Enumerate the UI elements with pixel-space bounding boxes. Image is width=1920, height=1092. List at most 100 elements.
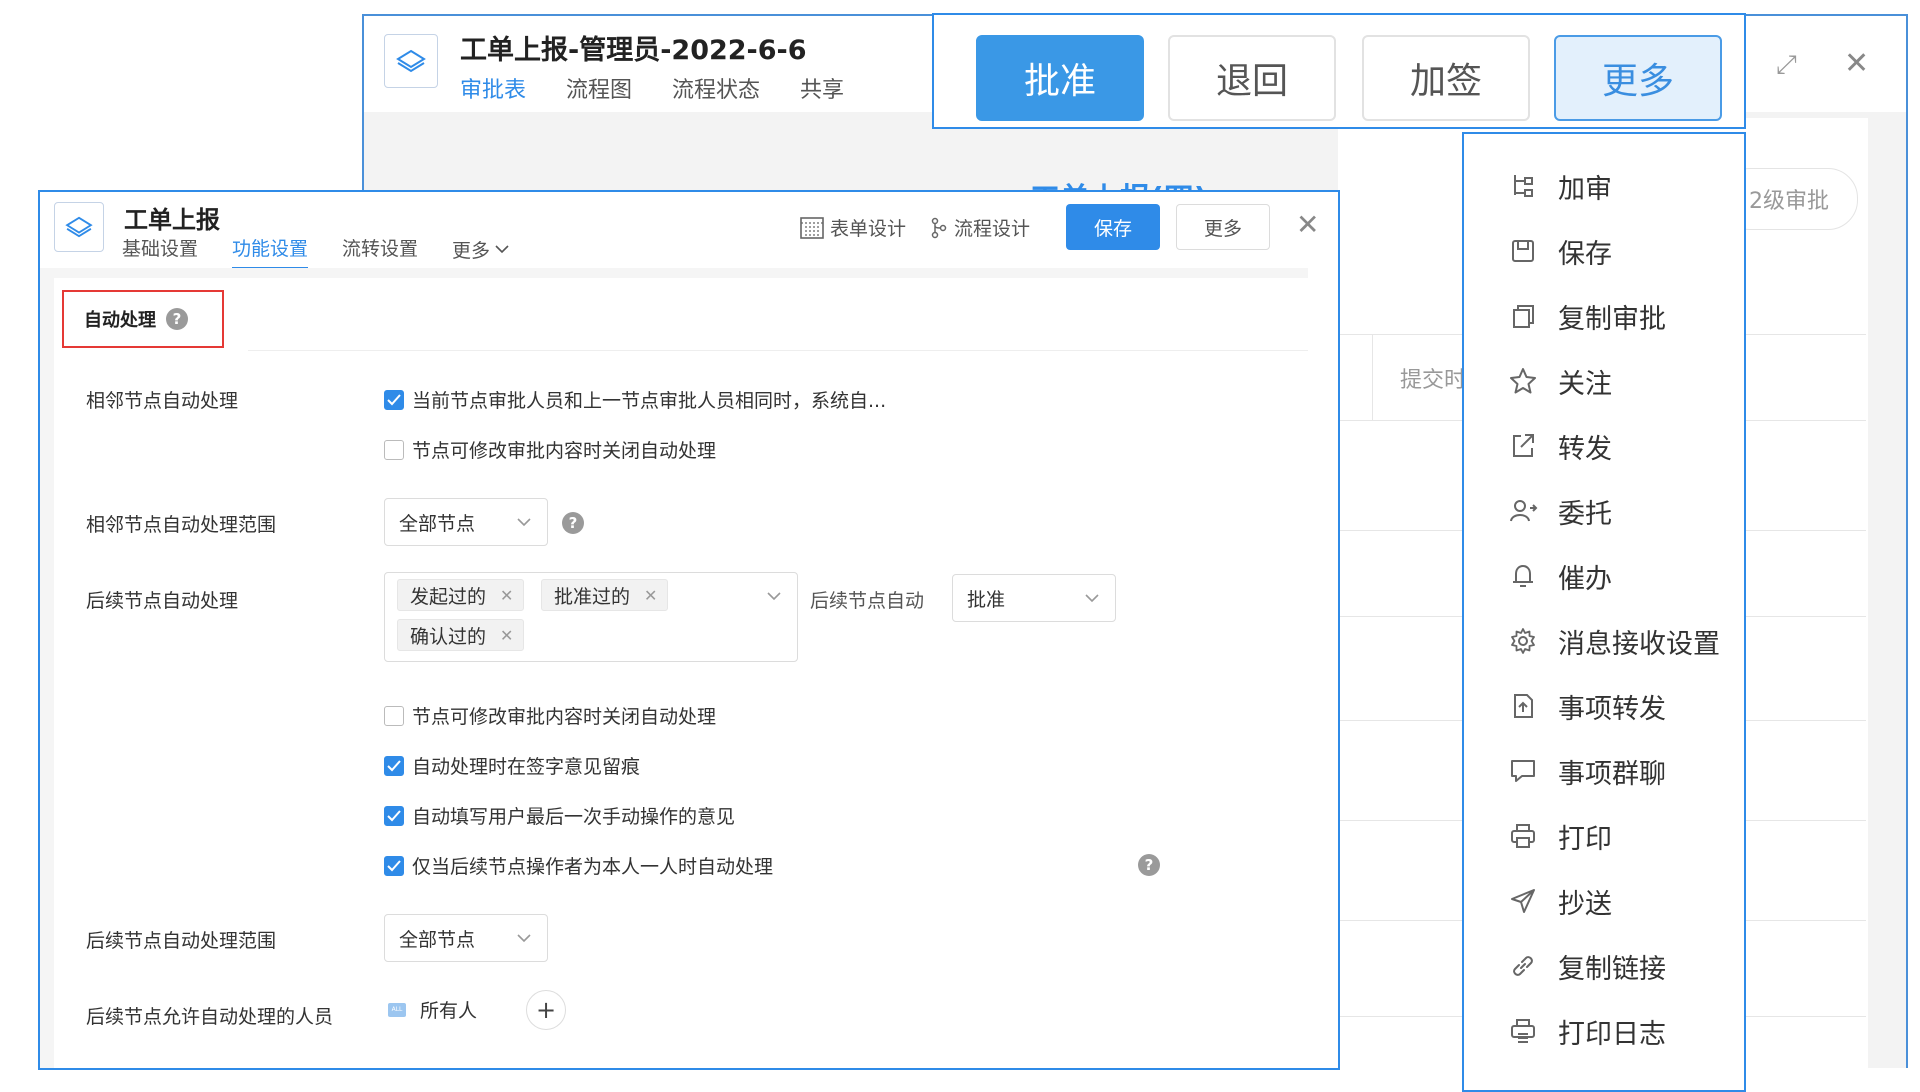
sub-opt2-label: 自动处理时在签字意见留痕 [412, 756, 641, 778]
more-actions-button[interactable]: 更多 [1554, 35, 1722, 121]
help-icon[interactable]: ? [1138, 854, 1160, 876]
menu-item-urge[interactable]: 催办 [1508, 551, 1612, 601]
menu-item-label: 复制审批 [1558, 303, 1666, 335]
menu-item-follow[interactable]: 关注 [1508, 356, 1612, 406]
chat-icon [1511, 760, 1535, 782]
checkbox-checked[interactable] [384, 389, 404, 410]
approval-tabs: 审批表 流程图 流程状态 共享 [460, 72, 844, 115]
countersign-button[interactable]: 加签 [1362, 35, 1530, 121]
sub-opt4-row[interactable]: 仅当后续节点操作者为本人一人时自动处理 [384, 852, 773, 879]
approve-button[interactable]: 批准 [976, 35, 1144, 121]
menu-item-forward[interactable]: 转发 [1508, 421, 1612, 471]
subsequent-range-select[interactable]: 全部节点 [384, 914, 548, 962]
sub-opt2-row[interactable]: 自动处理时在签字意见留痕 [384, 752, 640, 779]
menu-item-add-reviewer[interactable]: 加审 [1508, 161, 1612, 211]
delegate-icon [1510, 500, 1538, 522]
subsequent-range-value: 全部节点 [399, 928, 476, 951]
tab-flow-chart[interactable]: 流程图 [566, 72, 632, 115]
tab-share[interactable]: 共享 [800, 72, 844, 115]
adjacent-range-value: 全部节点 [399, 512, 476, 535]
allowed-people-label: 后续节点允许自动处理的人员 [86, 1006, 334, 1028]
tag-remove-icon[interactable]: ✕ [500, 626, 513, 645]
save-icon [1512, 240, 1534, 262]
sub-opt1-row[interactable]: 节点可修改审批内容时关闭自动处理 [384, 702, 716, 729]
checkbox-unchecked[interactable] [384, 439, 404, 460]
help-icon[interactable]: ? [562, 512, 584, 534]
add-person-button[interactable]: + [526, 990, 566, 1030]
menu-item-copy-approval[interactable]: 复制审批 [1508, 291, 1666, 341]
table-divider [1372, 334, 1373, 420]
adjacent-range-label: 相邻节点自动处理范围 [86, 514, 277, 536]
approval-window-title: 工单上报-管理员-2022-6-6 [460, 35, 807, 66]
tag-confirmed: 确认过的 ✕ [397, 619, 525, 651]
section-divider [248, 350, 1308, 351]
menu-item-item-forward[interactable]: 事项转发 [1508, 681, 1666, 731]
printer-icon [1511, 824, 1535, 848]
menu-item-print[interactable]: 打印 [1508, 811, 1612, 861]
menu-item-label: 打印 [1558, 823, 1612, 855]
submit-time-label: 提交时 [1400, 368, 1467, 393]
checkbox-checked[interactable] [384, 805, 404, 826]
file-upload-icon [1514, 694, 1533, 718]
adjacent-opt2-label: 节点可修改审批内容时关闭自动处理 [412, 440, 717, 462]
subsequent-tags-select[interactable]: 发起过的 ✕ 批准过的 ✕ 确认过的 ✕ [384, 572, 798, 662]
sub-opt3-row[interactable]: 自动填写用户最后一次手动操作的意见 [384, 802, 735, 829]
checkbox-unchecked[interactable] [384, 705, 404, 726]
add-reviewer-icon [1514, 175, 1533, 197]
app-logo-icon [384, 34, 438, 88]
tab-flow-status[interactable]: 流程状态 [672, 72, 760, 115]
adjacent-auto-label: 相邻节点自动处理 [86, 390, 239, 412]
tab-approval-form[interactable]: 审批表 [460, 72, 527, 115]
menu-item-label: 消息接收设置 [1558, 628, 1720, 660]
section-title: 自动处理 [84, 310, 156, 331]
tag-label: 确认过的 [410, 625, 487, 648]
menu-item-print-log[interactable]: 打印日志 [1508, 1006, 1666, 1056]
adjacent-opt1-row[interactable]: 当前节点审批人员和上一节点审批人员相同时，系统自... [384, 386, 886, 413]
menu-item-cc[interactable]: 抄送 [1508, 876, 1612, 926]
allowed-people-value-row: ALL 所有人 [388, 996, 477, 1023]
close-icon[interactable]: ✕ [1844, 46, 1869, 81]
menu-item-label: 加审 [1558, 173, 1612, 205]
tag-remove-icon[interactable]: ✕ [500, 586, 513, 605]
adjacent-opt2-row[interactable]: 节点可修改审批内容时关闭自动处理 [384, 436, 716, 463]
menu-item-label: 抄送 [1558, 888, 1612, 920]
adjacent-range-select[interactable]: 全部节点 [384, 498, 548, 546]
approval-action-bar: 批准 退回 加签 更多 [932, 13, 1746, 129]
menu-item-message-settings[interactable]: 消息接收设置 [1508, 616, 1720, 666]
menu-item-save[interactable]: 保存 [1508, 226, 1612, 276]
help-icon[interactable]: ? [166, 308, 188, 330]
subsequent-auto-action-value: 批准 [967, 588, 1006, 611]
menu-item-label: 关注 [1558, 368, 1612, 400]
send-icon [1511, 889, 1535, 913]
subsequent-auto-action-select[interactable]: 批准 [952, 574, 1116, 622]
menu-item-label: 复制链接 [1558, 953, 1666, 985]
menu-item-delegate[interactable]: 委托 [1508, 486, 1612, 536]
copy-icon [1513, 305, 1534, 328]
tag-label: 发起过的 [410, 585, 487, 608]
adjacent-opt1-label: 当前节点审批人员和上一节点审批人员相同时，系统自... [412, 390, 887, 412]
checkbox-checked[interactable] [384, 855, 404, 876]
all-badge-icon: ALL [388, 1002, 406, 1017]
expand-icon[interactable]: ⤢ [1776, 50, 1797, 81]
menu-item-label: 事项转发 [1558, 693, 1666, 725]
more-actions-menu: 加审 保存 复制审批 关注 转发 委托 催办 消息接收设置 事项转发 事项群聊 … [1462, 132, 1746, 1092]
checkbox-checked[interactable] [384, 755, 404, 776]
menu-item-label: 转发 [1558, 433, 1612, 465]
menu-item-group-chat[interactable]: 事项群聊 [1508, 746, 1666, 796]
subsequent-auto-action-label: 后续节点自动 [810, 590, 925, 612]
menu-item-label: 保存 [1558, 238, 1612, 270]
return-button[interactable]: 退回 [1168, 35, 1336, 121]
subsequent-range-label: 后续节点自动处理范围 [86, 930, 277, 952]
tag-initiated: 发起过的 ✕ [397, 579, 525, 611]
print-log-icon [1511, 1019, 1535, 1043]
menu-item-copy-link[interactable]: 复制链接 [1508, 941, 1666, 991]
tag-approved: 批准过的 ✕ [541, 579, 669, 611]
tag-remove-icon[interactable]: ✕ [644, 586, 657, 605]
sub-opt3-label: 自动填写用户最后一次手动操作的意见 [412, 806, 736, 828]
menu-item-label: 事项群聊 [1558, 758, 1666, 790]
settings-content: 自动处理 ? 相邻节点自动处理 当前节点审批人员和上一节点审批人员相同时，系统自… [38, 190, 1340, 1070]
menu-item-label: 催办 [1558, 563, 1612, 595]
forward-icon [1513, 434, 1534, 457]
allowed-people-value: 所有人 [420, 1000, 478, 1022]
chevron-down-icon [517, 934, 531, 943]
